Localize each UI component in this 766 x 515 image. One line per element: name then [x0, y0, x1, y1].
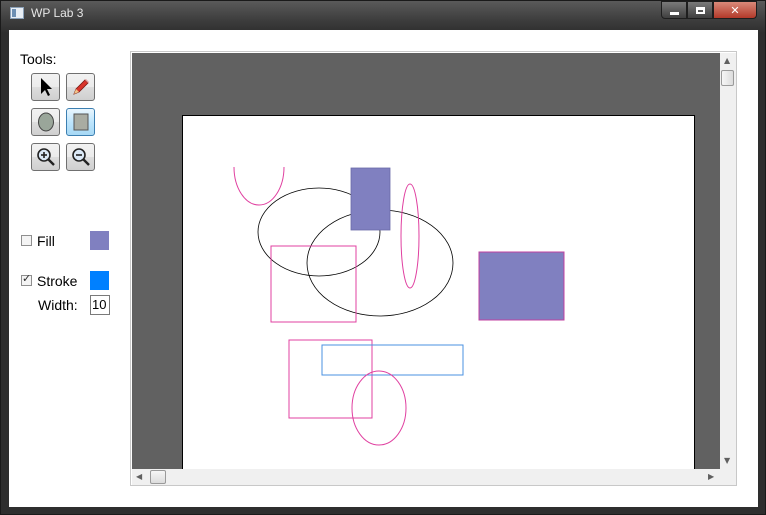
- pink-arc-shape[interactable]: [233, 166, 285, 206]
- caption-buttons: ✕: [661, 1, 757, 20]
- scroll-up-arrow-icon[interactable]: ▲: [724, 56, 730, 65]
- fill-checkbox[interactable]: [21, 235, 32, 246]
- minimize-icon: [669, 11, 679, 15]
- purple-rectangle-right[interactable]: [478, 251, 565, 321]
- horizontal-scroll-thumb[interactable]: [150, 470, 166, 484]
- width-input[interactable]: 10: [90, 295, 110, 315]
- width-label: Width:: [38, 297, 78, 313]
- client-area: Tools: Fill ✓ Stroke Width: 10 ▲ ▼ ◀ ▶: [9, 30, 758, 507]
- scroll-down-arrow-icon[interactable]: ▼: [724, 456, 730, 465]
- scroll-left-arrow-icon[interactable]: ◀: [136, 472, 142, 481]
- scrollbar-corner: [720, 469, 736, 485]
- window-title: WP Lab 3: [31, 6, 84, 20]
- app-icon: [10, 7, 24, 19]
- pencil-icon: [72, 79, 89, 95]
- rectangle-tool-button[interactable]: [66, 108, 95, 136]
- minimize-button[interactable]: [661, 1, 687, 19]
- pink-narrow-ellipse[interactable]: [400, 183, 420, 289]
- pink-ellipse-bottom[interactable]: [351, 370, 407, 446]
- blue-rectangle[interactable]: [321, 344, 464, 376]
- pink-rectangle-bottom[interactable]: [288, 339, 373, 419]
- close-button[interactable]: ✕: [713, 1, 757, 19]
- zoom-out-tool-button[interactable]: [66, 143, 95, 171]
- check-mark-icon: ✓: [22, 272, 32, 285]
- scroll-right-arrow-icon[interactable]: ▶: [708, 472, 714, 481]
- zoom-out-icon: [71, 148, 90, 166]
- vertical-scroll-thumb[interactable]: [721, 70, 734, 86]
- vertical-scrollbar[interactable]: ▲ ▼: [720, 53, 736, 469]
- pink-rectangle-middle[interactable]: [270, 245, 357, 323]
- horizontal-scrollbar[interactable]: ◀ ▶: [132, 469, 720, 485]
- cursor-arrow-icon: [40, 78, 52, 96]
- ellipse-tool-button[interactable]: [31, 108, 60, 136]
- ellipse-shape-icon: [37, 112, 54, 132]
- draw-tool-button[interactable]: [66, 73, 95, 101]
- stroke-checkbox[interactable]: ✓: [21, 272, 32, 286]
- maximize-icon: [695, 6, 705, 14]
- close-icon: ✕: [730, 3, 740, 17]
- purple-rectangle-small[interactable]: [350, 167, 391, 231]
- maximize-button[interactable]: [687, 1, 713, 19]
- canvas-scroll-view: ▲ ▼ ◀ ▶: [130, 51, 737, 486]
- drawing-canvas[interactable]: [183, 116, 694, 469]
- zoom-in-tool-button[interactable]: [31, 143, 60, 171]
- fill-label: Fill: [37, 233, 55, 249]
- zoom-in-icon: [36, 148, 55, 166]
- title-bar[interactable]: WP Lab 3 ✕: [1, 1, 765, 29]
- tools-label: Tools:: [20, 51, 57, 67]
- fill-color-swatch[interactable]: [90, 231, 109, 250]
- rectangle-shape-icon: [73, 113, 88, 131]
- select-tool-button[interactable]: [31, 73, 60, 101]
- canvas-viewport[interactable]: [132, 53, 720, 469]
- stroke-label: Stroke: [37, 273, 78, 289]
- stroke-color-swatch[interactable]: [90, 271, 109, 290]
- app-window: WP Lab 3 ✕ Tools: Fill ✓ Stroke Width: 1…: [0, 0, 766, 515]
- drawing-page[interactable]: [182, 115, 695, 469]
